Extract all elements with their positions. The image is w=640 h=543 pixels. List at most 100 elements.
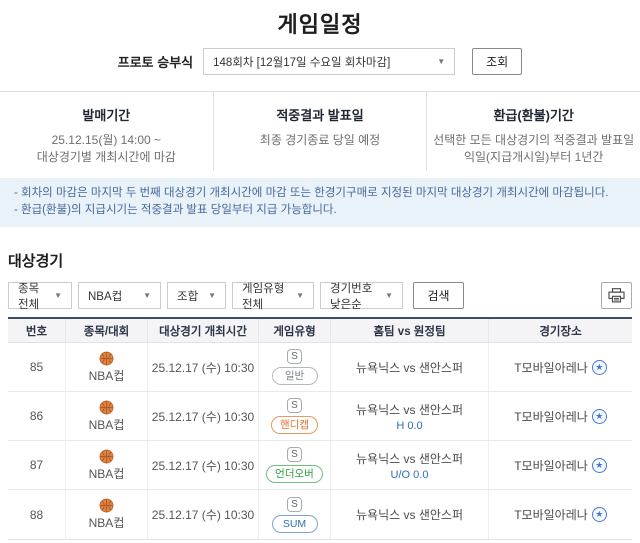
info-title: 적중결과 발표일 (214, 105, 427, 124)
round-info-panel: 발매기간 25.12.15(월) 14:00 ~ 대상경기별 개최시간에 마감 … (0, 91, 640, 171)
col-header-teams: 홈팀 vs 원정팀 (330, 319, 488, 342)
venue-star-icon[interactable]: ★ (592, 507, 607, 522)
col-header-number: 번호 (8, 319, 65, 342)
game-type-badge: 핸디캡 (271, 416, 318, 434)
teams-text: 뉴욕닉스 vs 샌안스퍼 (356, 450, 463, 467)
league-cell: NBA컵 (65, 441, 147, 489)
teams-cell: 뉴욕닉스 vs 샌안스퍼 (330, 343, 488, 391)
venue-name: T모바일아레나 (514, 408, 588, 425)
league-filter-value: NBA컵 (88, 288, 122, 304)
basketball-icon (99, 351, 114, 366)
printer-icon (608, 288, 625, 303)
chevron-down-icon: ▼ (385, 291, 393, 300)
info-line: 익일(지급개시일)부터 1년간 (427, 149, 640, 166)
search-button[interactable]: 검색 (413, 282, 464, 309)
info-line: 최종 경기종료 당일 예정 (214, 132, 427, 149)
info-line: 대상경기별 개최시간에 마감 (0, 149, 213, 166)
info-result-date: 적중결과 발표일 최종 경기종료 당일 예정 (213, 92, 427, 171)
league-cell: NBA컵 (65, 343, 147, 391)
round-select-value: 148회차 [12월17일 수요일 회차마감] (213, 54, 390, 70)
table-row: 86 NBA컵 25.12.17 (수) 10:30 S 핸디캡 뉴욕닉스 vs… (8, 392, 632, 441)
game-type-badge: 일반 (272, 367, 318, 385)
handicap-value: U/O 0.0 (391, 469, 429, 481)
teams-cell: 뉴욕닉스 vs 샌안스퍼 H 0.0 (330, 392, 488, 440)
game-type-badge: SUM (272, 515, 318, 533)
game-type-filter-value: 게임유형전체 (242, 280, 290, 312)
teams-text: 뉴욕닉스 vs 샌안스퍼 (356, 401, 463, 418)
chevron-down-icon: ▼ (143, 291, 151, 300)
game-number: 86 (8, 392, 65, 440)
teams-text: 뉴욕닉스 vs 샌안스퍼 (356, 359, 463, 376)
basketball-icon (99, 449, 114, 464)
game-type-cell: S 일반 (258, 343, 330, 391)
game-type-cell: S SUM (258, 490, 330, 539)
league-cell: NBA컵 (65, 490, 147, 539)
filter-bar: 종목전체 ▼ NBA컵 ▼ 조합 ▼ 게임유형전체 ▼ 경기번호 낮은순 ▼ 검… (8, 282, 632, 309)
round-select[interactable]: 148회차 [12월17일 수요일 회차마감] ▼ (203, 48, 455, 75)
game-number: 85 (8, 343, 65, 391)
game-time: 25.12.17 (수) 10:30 (147, 392, 258, 440)
target-games-section-title: 대상경기 (8, 250, 640, 271)
notice-line: - 회차의 마감은 마지막 두 번째 대상경기 개최시간에 마감 또는 한경기구… (14, 185, 626, 202)
combo-filter-select[interactable]: 조합 ▼ (167, 282, 226, 309)
game-type-filter-select[interactable]: 게임유형전체 ▼ (232, 282, 314, 309)
venue-name: T모바일아레나 (514, 359, 588, 376)
info-line: 25.12.15(월) 14:00 ~ (0, 132, 213, 149)
venue-star-icon[interactable]: ★ (592, 360, 607, 375)
venue-star-icon[interactable]: ★ (592, 409, 607, 424)
col-header-game-type: 게임유형 (258, 319, 330, 342)
chevron-down-icon: ▼ (296, 291, 304, 300)
col-header-time: 대상경기 개최시간 (147, 319, 258, 342)
league-name: NBA컵 (89, 416, 125, 433)
game-time: 25.12.17 (수) 10:30 (147, 441, 258, 489)
info-line: 선택한 모든 대상경기의 적중결과 발표일 (427, 132, 640, 149)
game-time: 25.12.17 (수) 10:30 (147, 490, 258, 539)
basketball-icon (99, 498, 114, 513)
info-sale-period: 발매기간 25.12.15(월) 14:00 ~ 대상경기별 개최시간에 마감 (0, 92, 213, 171)
table-row: 88 NBA컵 25.12.17 (수) 10:30 S SUM 뉴욕닉스 vs… (8, 490, 632, 539)
basketball-icon (99, 400, 114, 415)
league-filter-select[interactable]: NBA컵 ▼ (78, 282, 161, 309)
league-cell: NBA컵 (65, 392, 147, 440)
notice-line: - 환급(환불)의 지급시기는 적중결과 발표 당일부터 지급 가능합니다. (14, 202, 626, 219)
combo-filter-value: 조합 (177, 288, 198, 304)
league-name: NBA컵 (89, 465, 125, 482)
col-header-league: 종목/대회 (65, 319, 147, 342)
chevron-down-icon: ▼ (54, 291, 62, 300)
venue-name: T모바일아레나 (514, 457, 588, 474)
league-name: NBA컵 (89, 367, 125, 384)
info-title: 발매기간 (0, 105, 213, 124)
teams-cell: 뉴욕닉스 vs 샌안스퍼 (330, 490, 488, 539)
print-button[interactable] (601, 282, 632, 309)
notice-box: - 회차의 마감은 마지막 두 번째 대상경기 개최시간에 마감 또는 한경기구… (0, 178, 640, 227)
teams-text: 뉴욕닉스 vs 샌안스퍼 (356, 506, 463, 523)
sport-filter-value: 종목전체 (18, 280, 48, 312)
sport-filter-select[interactable]: 종목전체 ▼ (8, 282, 72, 309)
query-button[interactable]: 조회 (472, 48, 522, 75)
info-refund-period: 환급(환불)기간 선택한 모든 대상경기의 적중결과 발표일 익일(지급개시일)… (426, 92, 640, 171)
col-header-venue: 경기장소 (488, 319, 632, 342)
venue-cell: T모바일아레나 ★ (488, 490, 632, 539)
chevron-down-icon: ▼ (208, 291, 216, 300)
single-game-icon: S (287, 497, 302, 512)
venue-cell: T모바일아레나 ★ (488, 392, 632, 440)
game-type-cell: S 핸디캡 (258, 392, 330, 440)
sort-filter-value: 경기번호 낮은순 (330, 280, 379, 312)
teams-cell: 뉴욕닉스 vs 샌안스퍼 U/O 0.0 (330, 441, 488, 489)
handicap-value: H 0.0 (396, 420, 422, 432)
round-selector-bar: 프로토 승부식 148회차 [12월17일 수요일 회차마감] ▼ 조회 (0, 48, 640, 75)
game-schedule-page: 게임일정 프로토 승부식 148회차 [12월17일 수요일 회차마감] ▼ 조… (0, 0, 640, 543)
single-game-icon: S (287, 349, 302, 364)
page-title: 게임일정 (0, 0, 640, 39)
venue-cell: T모바일아레나 ★ (488, 343, 632, 391)
single-game-icon: S (287, 447, 302, 462)
venue-name: T모바일아레나 (514, 506, 588, 523)
game-number: 87 (8, 441, 65, 489)
chevron-down-icon: ▼ (437, 57, 445, 66)
info-title: 환급(환불)기간 (427, 105, 640, 124)
venue-star-icon[interactable]: ★ (592, 458, 607, 473)
game-type-cell: S 언더오버 (258, 441, 330, 489)
sort-filter-select[interactable]: 경기번호 낮은순 ▼ (320, 282, 403, 309)
table-row: 87 NBA컵 25.12.17 (수) 10:30 S 언더오버 뉴욕닉스 v… (8, 441, 632, 490)
single-game-icon: S (287, 398, 302, 413)
